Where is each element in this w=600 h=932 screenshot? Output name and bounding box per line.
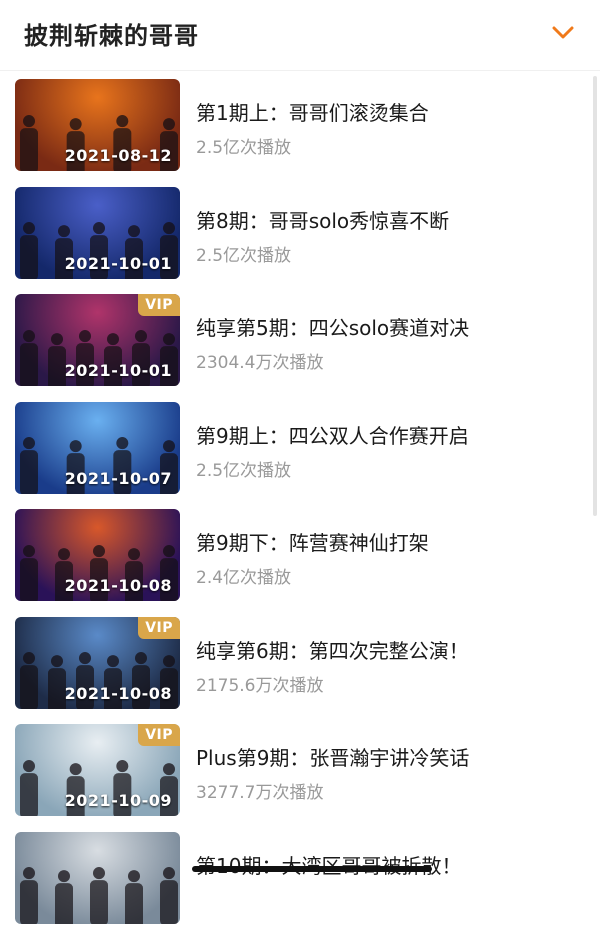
home-indicator bbox=[192, 866, 432, 872]
play-count: 2304.4万次播放 bbox=[196, 353, 324, 373]
episode-title[interactable]: 纯享第5期：四公solo赛道对决 bbox=[196, 312, 469, 341]
episode-title[interactable]: 第10期：大湾区哥哥被拆散！ bbox=[196, 850, 461, 879]
episode-thumbnail[interactable] bbox=[15, 831, 180, 924]
episode-item[interactable]: VIP 2021-10-01 纯享第5期：四公solo赛道对决 2304.4万次播放 bbox=[0, 286, 600, 394]
vip-badge: VIP bbox=[138, 616, 180, 639]
episode-date: 2021-10-08 bbox=[64, 683, 172, 703]
episode-thumbnail[interactable]: 2021-10-01 bbox=[15, 186, 180, 279]
play-count: 2.5亿次播放 bbox=[196, 460, 292, 481]
page-title: 披荆斩棘的哥哥 bbox=[24, 22, 199, 50]
episode-date: 2021-08-12 bbox=[64, 146, 172, 165]
episode-title[interactable]: 第9期下：阵营赛神仙打架 bbox=[196, 527, 429, 556]
play-count: 2.5亿次播放 bbox=[196, 138, 292, 158]
episode-thumbnail[interactable]: 2021-10-08 bbox=[15, 509, 180, 601]
episode-title[interactable]: 第8期：哥哥solo秀惊喜不断 bbox=[196, 205, 449, 234]
episode-date: 2021-10-01 bbox=[64, 361, 172, 380]
episode-date: 2021-10-09 bbox=[64, 791, 172, 810]
episode-item[interactable]: 第10期：大湾区哥哥被拆散！ bbox=[0, 824, 600, 932]
episode-thumbnail[interactable]: VIP 2021-10-09 bbox=[15, 724, 180, 816]
play-count: 2.5亿次播放 bbox=[196, 245, 292, 266]
episode-item[interactable]: 2021-10-01 第8期：哥哥solo秀惊喜不断 2.5亿次播放 bbox=[0, 179, 600, 287]
episode-thumbnail[interactable]: VIP 2021-10-01 bbox=[15, 294, 180, 386]
play-count: 2175.6万次播放 bbox=[196, 675, 324, 696]
episode-title[interactable]: 纯享第6期：第四次完整公演！ bbox=[196, 635, 469, 664]
episode-thumbnail[interactable]: VIP 2021-10-08 bbox=[15, 616, 180, 709]
episode-item[interactable]: 2021-08-12 第1期上：哥哥们滚烫集合 2.5亿次播放 bbox=[0, 71, 600, 179]
header-bar: 披荆斩棘的哥哥 bbox=[0, 0, 600, 71]
thumbnail-figures bbox=[20, 867, 178, 924]
episode-item[interactable]: VIP 2021-10-09 Plus第9期：张晋瀚宇讲冷笑话 3277.7万次播放 bbox=[0, 716, 600, 824]
episode-item[interactable]: 2021-10-08 第9期下：阵营赛神仙打架 2.4亿次播放 bbox=[0, 501, 600, 609]
vip-badge: VIP bbox=[138, 724, 180, 746]
episode-date: 2021-10-01 bbox=[64, 253, 172, 273]
scrollbar[interactable] bbox=[593, 76, 597, 516]
episode-item[interactable]: VIP 2021-10-08 纯享第6期：第四次完整公演！ 2175.6万次播放 bbox=[0, 609, 600, 717]
play-count: 2.4亿次播放 bbox=[196, 568, 292, 588]
episode-title[interactable]: 第1期上：哥哥们滚烫集合 bbox=[196, 97, 429, 126]
episode-date: 2021-10-08 bbox=[64, 576, 172, 595]
episode-title[interactable]: 第9期上：四公双人合作赛开启 bbox=[196, 420, 469, 449]
episode-item[interactable]: 2021-10-07 第9期上：四公双人合作赛开启 2.5亿次播放 bbox=[0, 394, 600, 502]
episode-date: 2021-10-07 bbox=[64, 468, 172, 488]
play-count: 3277.7万次播放 bbox=[196, 783, 324, 803]
chevron-down-icon[interactable] bbox=[552, 26, 574, 40]
episode-thumbnail[interactable]: 2021-08-12 bbox=[15, 79, 180, 171]
episode-thumbnail[interactable]: 2021-10-07 bbox=[15, 401, 180, 494]
vip-badge: VIP bbox=[138, 294, 180, 316]
episode-title[interactable]: Plus第9期：张晋瀚宇讲冷笑话 bbox=[196, 742, 469, 771]
